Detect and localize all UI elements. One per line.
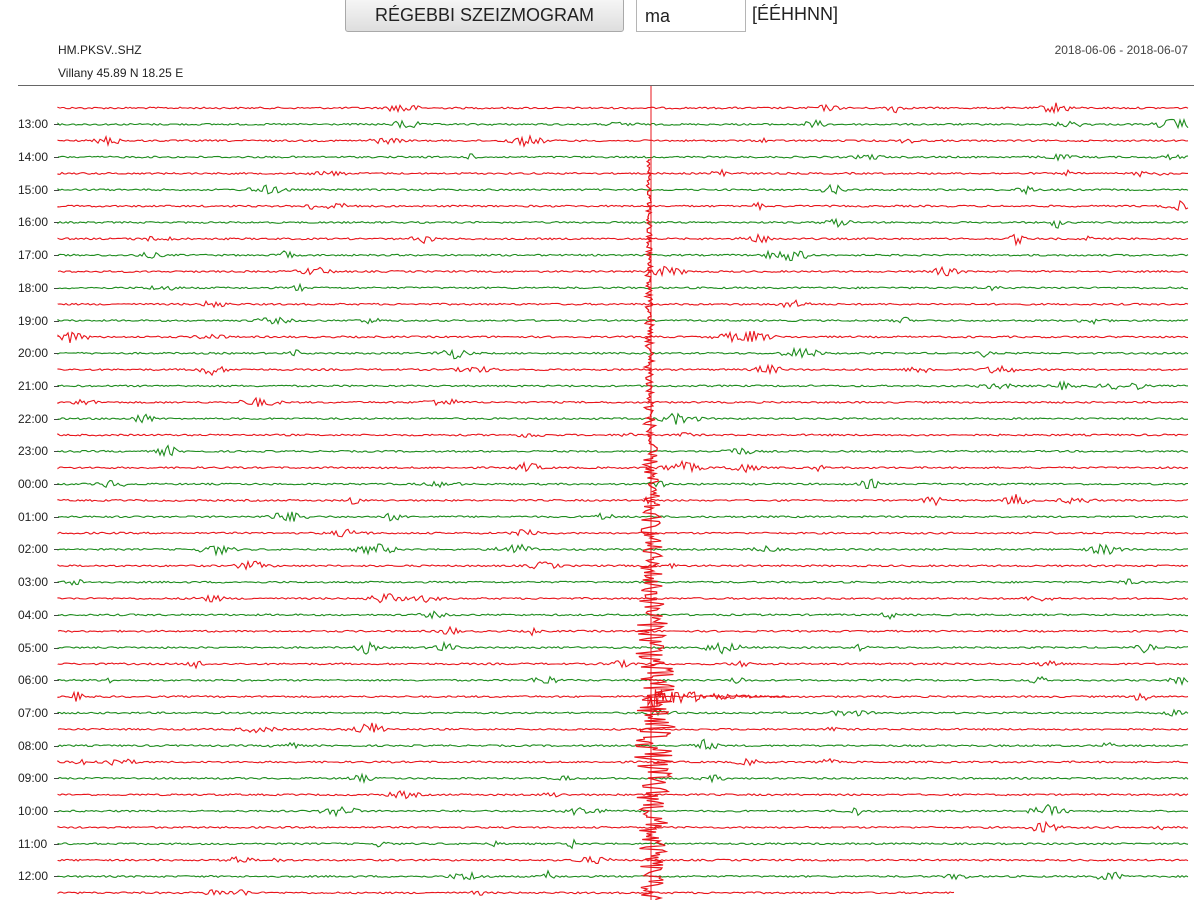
- seismic-trace: [57, 265, 1189, 278]
- seismic-trace: [57, 578, 1189, 586]
- seismic-trace: [57, 838, 1189, 850]
- seismic-trace: [57, 722, 1189, 734]
- seismic-trace: [57, 690, 1189, 702]
- seismic-trace: [57, 380, 1189, 391]
- seismic-trace: [57, 640, 1189, 655]
- seismic-trace: [57, 772, 1189, 785]
- seismic-trace: [57, 658, 1189, 670]
- seismic-trace: [57, 559, 1189, 571]
- seismic-trace: [57, 543, 1189, 557]
- seismic-trace: [57, 299, 1189, 309]
- seismic-trace: [57, 625, 1189, 637]
- seismic-trace: [57, 803, 1189, 818]
- seismic-trace: [57, 152, 1189, 162]
- seismic-trace: [57, 102, 1189, 115]
- seismic-trace: [57, 757, 1189, 767]
- seismic-trace: [57, 855, 1189, 864]
- seismic-trace: [57, 168, 1188, 178]
- seismic-trace: [57, 790, 1189, 800]
- helicorder-plot: [57, 86, 1189, 900]
- seismic-trace: [57, 134, 1189, 148]
- seismic-trace: [57, 232, 1189, 247]
- seismic-trace: [57, 494, 1189, 507]
- seismic-trace: [57, 432, 1189, 438]
- seismic-trace: [57, 346, 1189, 360]
- seismic-trace: [57, 459, 1189, 474]
- earthquake-coda: [647, 689, 790, 708]
- seismic-trace: [57, 444, 1188, 458]
- seismic-trace: [57, 592, 1189, 604]
- seismic-trace: [57, 675, 1189, 686]
- seismic-trace: [57, 217, 1189, 229]
- seismic-trace: [57, 820, 1189, 833]
- seismic-trace: [57, 330, 1189, 344]
- seismic-trace: [57, 610, 1189, 620]
- seismic-trace: [57, 249, 1189, 262]
- seismogram-page: RÉGEBBI SZEIZMOGRAM [ÉÉHHNN] HM.PKSV..SH…: [0, 0, 1200, 900]
- seismic-trace: [57, 363, 1189, 377]
- seismic-trace: [57, 183, 1189, 196]
- seismic-trace: [57, 282, 1188, 293]
- seismic-trace: [57, 708, 1189, 717]
- seismic-trace: [57, 738, 1188, 750]
- seismic-trace: [57, 528, 1189, 538]
- seismic-trace: [57, 199, 1189, 212]
- seismic-trace: [57, 117, 1189, 130]
- seismic-trace: [57, 869, 1189, 881]
- seismic-trace: [57, 412, 1189, 425]
- seismic-trace: [57, 511, 1189, 523]
- seismic-trace: [57, 889, 955, 896]
- seismic-trace: [57, 396, 1189, 407]
- seismic-trace: [57, 478, 1189, 489]
- seismic-trace: [57, 316, 1189, 326]
